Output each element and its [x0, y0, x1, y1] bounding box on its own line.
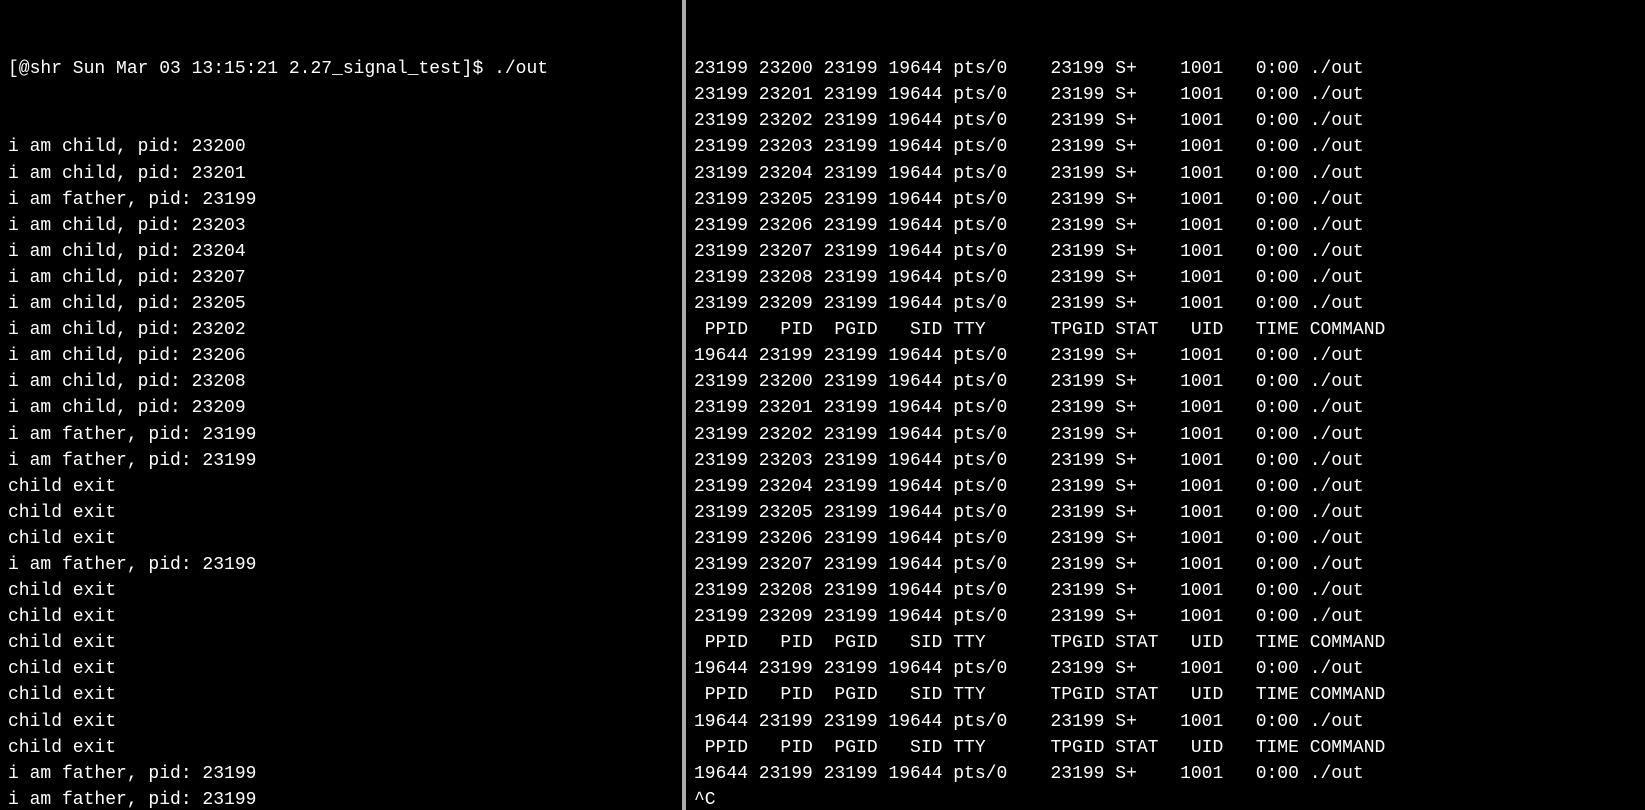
output-line: 23199 23208 23199 19644 pts/0 23199 S+ 1… — [694, 578, 1637, 604]
output-line: i am father, pid: 23199 — [8, 448, 674, 474]
output-line: 23199 23209 23199 19644 pts/0 23199 S+ 1… — [694, 291, 1637, 317]
output-line: i am father, pid: 23199 — [8, 422, 674, 448]
output-line: i am child, pid: 23200 — [8, 134, 674, 160]
output-line: 23199 23201 23199 19644 pts/0 23199 S+ 1… — [694, 395, 1637, 421]
output-line: 23199 23209 23199 19644 pts/0 23199 S+ 1… — [694, 604, 1637, 630]
output-line: child exit — [8, 474, 674, 500]
output-line: PPID PID PGID SID TTY TPGID STAT UID TIM… — [694, 630, 1637, 656]
output-line: 23199 23201 23199 19644 pts/0 23199 S+ 1… — [694, 82, 1637, 108]
output-line: i am child, pid: 23205 — [8, 291, 674, 317]
output-line: i am child, pid: 23207 — [8, 265, 674, 291]
output-line: 23199 23204 23199 19644 pts/0 23199 S+ 1… — [694, 161, 1637, 187]
output-line: 19644 23199 23199 19644 pts/0 23199 S+ 1… — [694, 761, 1637, 787]
output-line: 23199 23203 23199 19644 pts/0 23199 S+ 1… — [694, 134, 1637, 160]
output-line: 23199 23202 23199 19644 pts/0 23199 S+ 1… — [694, 422, 1637, 448]
output-line: 23199 23204 23199 19644 pts/0 23199 S+ 1… — [694, 474, 1637, 500]
terminal-pane-right[interactable]: 23199 23200 23199 19644 pts/0 23199 S+ 1… — [686, 0, 1645, 810]
output-block-left: i am child, pid: 23200i am child, pid: 2… — [8, 134, 674, 810]
output-line: 23199 23202 23199 19644 pts/0 23199 S+ 1… — [694, 108, 1637, 134]
output-line: child exit — [8, 578, 674, 604]
output-line: 19644 23199 23199 19644 pts/0 23199 S+ 1… — [694, 343, 1637, 369]
output-line: child exit — [8, 630, 674, 656]
output-line: 19644 23199 23199 19644 pts/0 23199 S+ 1… — [694, 656, 1637, 682]
output-line: 23199 23206 23199 19644 pts/0 23199 S+ 1… — [694, 213, 1637, 239]
output-line: i am father, pid: 23199 — [8, 552, 674, 578]
output-line: child exit — [8, 604, 674, 630]
output-line: 23199 23200 23199 19644 pts/0 23199 S+ 1… — [694, 56, 1637, 82]
output-line: i am child, pid: 23201 — [8, 161, 674, 187]
output-line: i am child, pid: 23208 — [8, 369, 674, 395]
output-line: 23199 23200 23199 19644 pts/0 23199 S+ 1… — [694, 369, 1637, 395]
prompt-line: [@shr Sun Mar 03 13:15:21 2.27_signal_te… — [8, 56, 674, 82]
output-line: 23199 23206 23199 19644 pts/0 23199 S+ 1… — [694, 526, 1637, 552]
output-line: child exit — [8, 735, 674, 761]
output-line: 23199 23205 23199 19644 pts/0 23199 S+ 1… — [694, 500, 1637, 526]
output-line: 23199 23207 23199 19644 pts/0 23199 S+ 1… — [694, 239, 1637, 265]
output-line: i am child, pid: 23202 — [8, 317, 674, 343]
output-line: i am child, pid: 23206 — [8, 343, 674, 369]
output-line: child exit — [8, 682, 674, 708]
output-line: 23199 23205 23199 19644 pts/0 23199 S+ 1… — [694, 187, 1637, 213]
output-line: PPID PID PGID SID TTY TPGID STAT UID TIM… — [694, 735, 1637, 761]
output-block-right: 23199 23200 23199 19644 pts/0 23199 S+ 1… — [694, 56, 1637, 810]
output-line: PPID PID PGID SID TTY TPGID STAT UID TIM… — [694, 317, 1637, 343]
output-line: PPID PID PGID SID TTY TPGID STAT UID TIM… — [694, 682, 1637, 708]
output-line: ^C — [694, 787, 1637, 810]
output-line: i am child, pid: 23203 — [8, 213, 674, 239]
output-line: 23199 23207 23199 19644 pts/0 23199 S+ 1… — [694, 552, 1637, 578]
output-line: child exit — [8, 709, 674, 735]
output-line: i am father, pid: 23199 — [8, 761, 674, 787]
terminal-pane-left[interactable]: [@shr Sun Mar 03 13:15:21 2.27_signal_te… — [0, 0, 686, 810]
output-line: 23199 23203 23199 19644 pts/0 23199 S+ 1… — [694, 448, 1637, 474]
output-line: i am father, pid: 23199 — [8, 787, 674, 810]
output-line: child exit — [8, 656, 674, 682]
output-line: child exit — [8, 526, 674, 552]
output-line: child exit — [8, 500, 674, 526]
output-line: i am father, pid: 23199 — [8, 187, 674, 213]
output-line: 23199 23208 23199 19644 pts/0 23199 S+ 1… — [694, 265, 1637, 291]
output-line: i am child, pid: 23209 — [8, 395, 674, 421]
output-line: 19644 23199 23199 19644 pts/0 23199 S+ 1… — [694, 709, 1637, 735]
output-line: i am child, pid: 23204 — [8, 239, 674, 265]
